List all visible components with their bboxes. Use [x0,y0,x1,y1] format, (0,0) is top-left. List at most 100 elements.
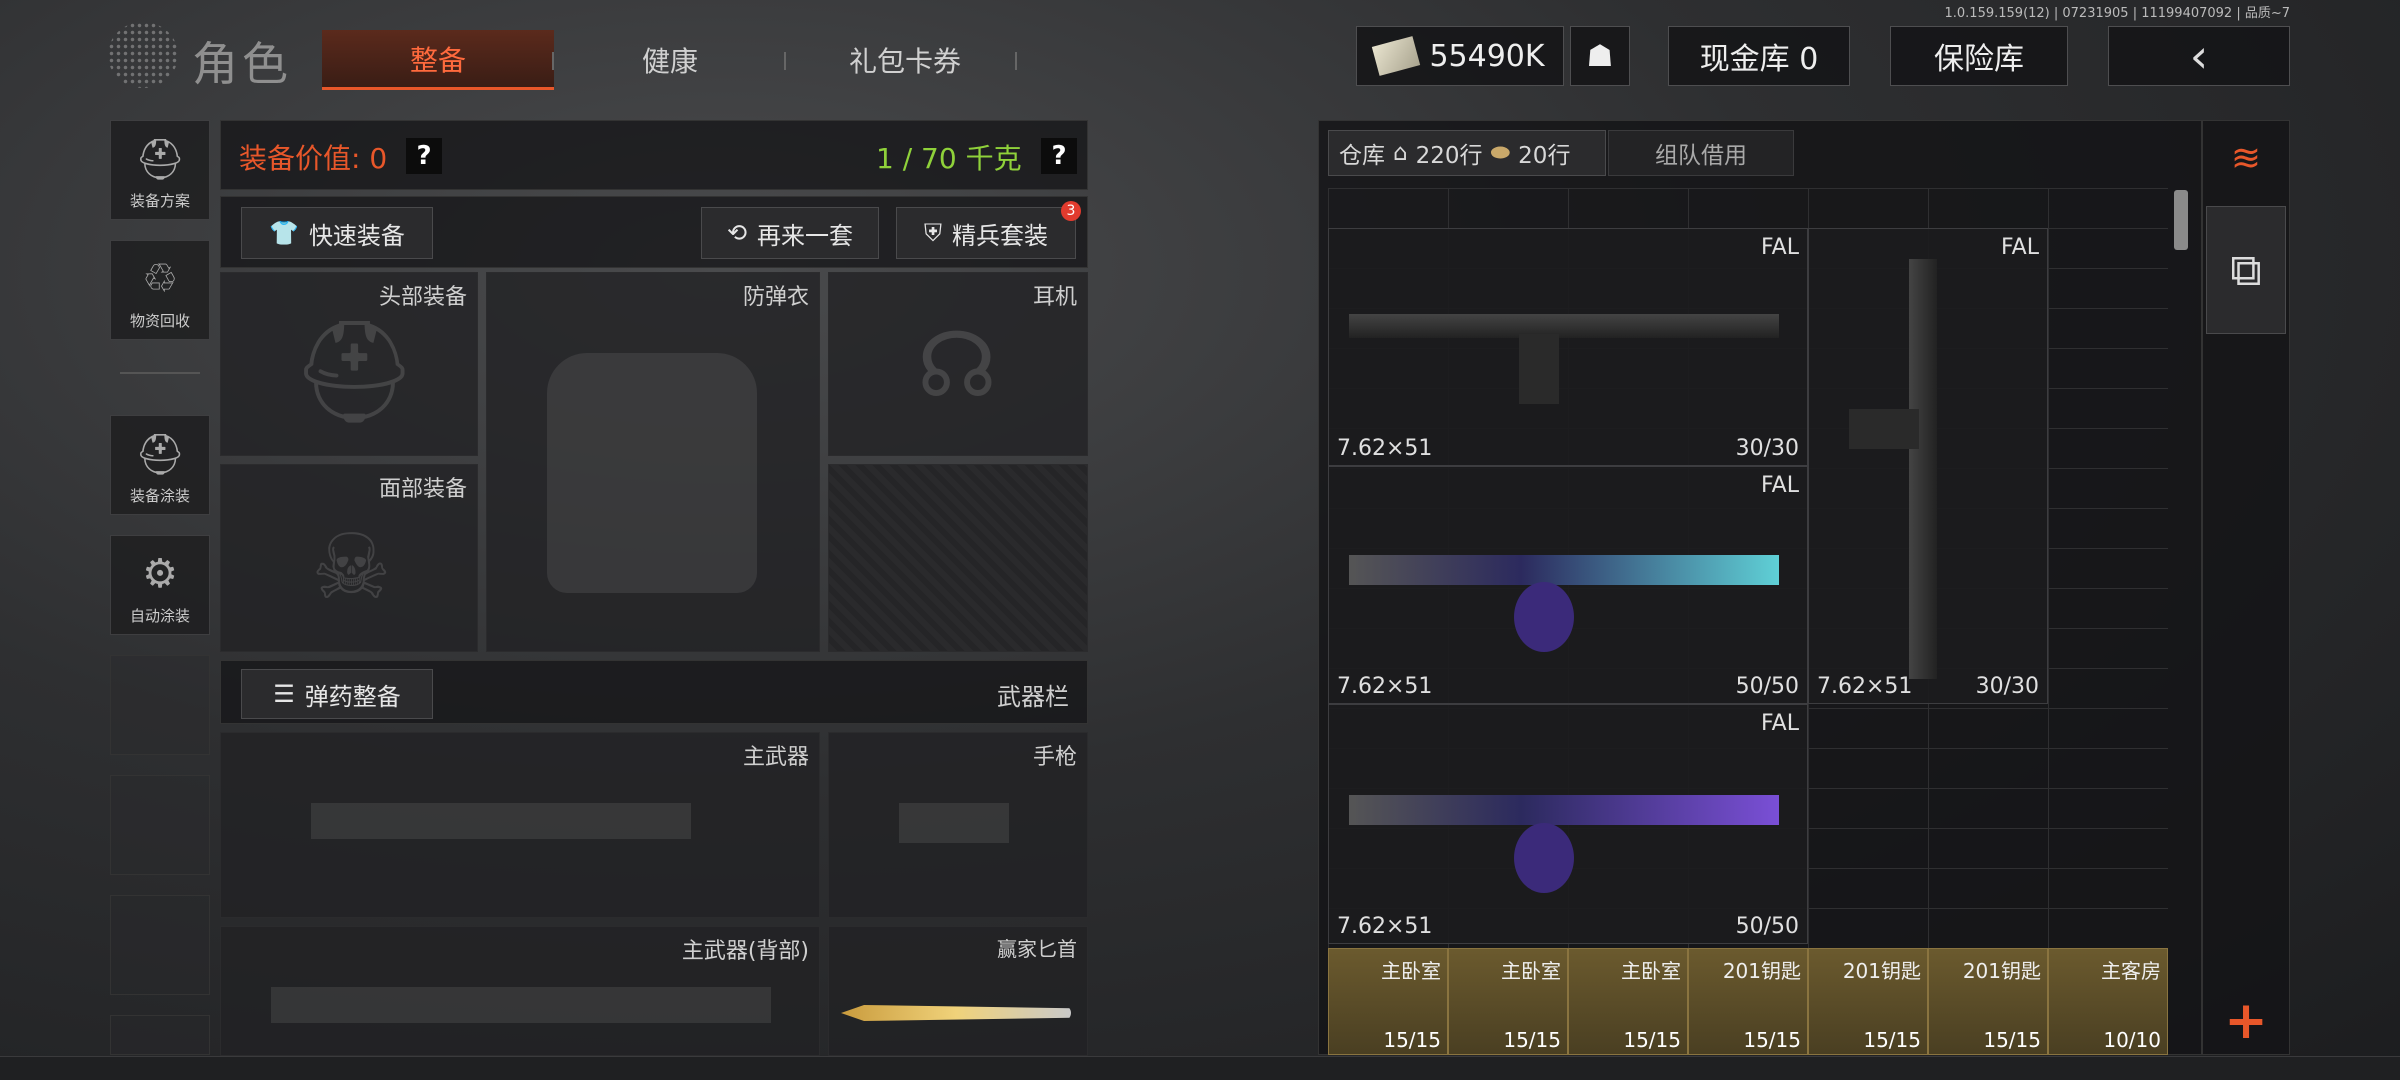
item-count: 30/30 [1735,436,1799,461]
cash-vault-label: 现金库 0 [1699,42,1819,77]
sidebar-item-recycle[interactable]: ♲ 物资回收 [110,240,210,340]
item-name: FAL [1761,473,1799,498]
cash-icon [1372,36,1421,76]
key-item[interactable]: 201钥匙 15/15 [1928,948,2048,1055]
back-button[interactable]: ‹ [2108,26,2290,86]
tab-equip[interactable]: 整备 [322,30,554,90]
slot-label: 主武器(背部) [681,939,809,964]
warehouse-scrollbar[interactable] [2174,190,2188,250]
quick-equip-label: 快速装备 [308,221,405,250]
ammo-bar: ☰ 弹药整备 武器栏 [220,660,1088,724]
key-count: 15/15 [1863,1028,1921,1052]
helmet-icon: ⛑ [134,136,186,183]
key-item[interactable]: 主卧室 15/15 [1328,948,1448,1055]
pistol-slot[interactable]: 手枪 [828,732,1088,918]
cash-vault-button[interactable]: 现金库 0 [1668,26,1850,86]
key-count: 15/15 [1983,1028,2041,1052]
safe-button[interactable]: 保险库 [1890,26,2068,86]
vest-placeholder-icon [547,353,757,593]
drum-magazine-icon [1514,823,1574,893]
sidebar-item-loadout-plan[interactable]: ⛑ 装备方案 [110,120,210,220]
drum-magazine-icon [1514,582,1574,652]
warehouse-item[interactable]: FAL 7.62×51 30/30 [1808,228,2048,704]
version-text: 1.0.159.159(12) | 07231905 | 11199407092… [1944,6,2291,21]
key-name: 201钥匙 [1962,959,2041,983]
warehouse-tab[interactable]: 仓库 ⌂ 220行 ⬬ 20行 [1328,130,1606,176]
tab-divider [552,52,554,70]
role-logo [108,22,178,88]
stack-download-icon[interactable]: ⧉ [2206,206,2286,334]
rifle-skin-icon [1349,795,1779,825]
quick-equip-button[interactable]: 👕 快速装备 [241,207,433,259]
headset-slot[interactable]: 耳机 ☊ [828,272,1088,456]
rifle-skin-icon [1349,555,1779,585]
key-name: 主卧室 [1381,959,1441,983]
knife-slot[interactable]: 赢家匕首 [828,926,1088,1056]
team-borrow-tab[interactable]: 组队借用 [1608,130,1794,176]
rifle-icon [1909,259,1937,679]
key-item[interactable]: 主客房 10/10 [2048,948,2168,1055]
tab-health[interactable]: 健康 [570,30,770,90]
value-help-icon[interactable]: ? [406,138,442,174]
pistol-placeholder-icon [899,803,1009,843]
sidebar-label: 物资回收 [129,312,190,330]
item-caliber: 7.62×51 [1337,436,1433,461]
rows-value: 220行 [1415,143,1483,169]
safe-label: 保险库 [1934,42,2024,77]
key-item[interactable]: 201钥匙 15/15 [1688,948,1808,1055]
home-icon: ⌂ [1393,140,1408,166]
action-bar: 👕 快速装备 ⟲ 再来一套 ⛨ 精兵套装 3 [220,196,1088,268]
key-item[interactable]: 201钥匙 15/15 [1808,948,1928,1055]
rifle-icon [1349,314,1779,338]
elite-kit-button[interactable]: ⛨ 精兵套装 [896,207,1076,259]
key-count: 10/10 [2103,1028,2161,1052]
recycle-icon: ♲ [142,256,178,302]
weapon-bar-label: 武器栏 [997,683,1069,711]
headset-placeholder-icon: ☊ [917,313,997,418]
again-button[interactable]: ⟲ 再来一套 [701,207,879,259]
tag-icon: ⬬ [1490,140,1511,166]
warehouse-item[interactable]: FAL 7.62×51 50/50 [1328,466,1808,704]
primary-back-slot[interactable]: 主武器(背部) [220,926,820,1056]
loadout-value: 装备价值: 0 [239,142,388,175]
empty-sidebar-slot [110,655,210,755]
weight-help-icon[interactable]: ? [1041,138,1077,174]
head-slot[interactable]: 头部装备 ⛑ [220,272,478,456]
item-caliber: 7.62×51 [1337,914,1433,939]
brush-gear-icon: ⚙ [142,551,178,597]
sidebar-item-skin[interactable]: ⛑ 装备涂装 [110,415,210,515]
armor-slot[interactable]: 防弹衣 [486,272,820,652]
tab-gift-coupons[interactable]: 礼包卡券 [800,30,1010,90]
slot-label: 面部装备 [378,477,467,502]
back-arrow-icon: ‹ [2189,29,2209,83]
money-display[interactable]: 55490K [1356,26,1564,86]
key-item[interactable]: 主卧室 15/15 [1448,948,1568,1055]
primary-weapon-slot[interactable]: 主武器 [220,732,820,918]
face-slot[interactable]: 面部装备 ☠ [220,464,478,652]
again-label: 再来一套 [757,221,854,250]
key-name: 201钥匙 [1722,959,1801,983]
sidebar-label: 自动涂装 [129,607,190,625]
tab-divider [784,52,786,70]
item-count: 30/30 [1975,674,2039,699]
empty-sidebar-slot [110,895,210,995]
item-name: FAL [1761,235,1799,260]
warehouse-item[interactable]: FAL 7.62×51 30/30 [1328,228,1808,466]
key-count: 15/15 [1503,1028,1561,1052]
key-item[interactable]: 主卧室 15/15 [1568,948,1688,1055]
sidebar-label: 装备方案 [129,192,190,210]
elite-label: 精兵套装 [952,221,1048,250]
sidebar-item-auto-skin[interactable]: ⚙ 自动涂装 [110,535,210,635]
sort-layers-icon[interactable]: ≋ [2210,128,2282,188]
loadout-value-bar: 装备价值: 0 ? 1 / 70 千克 ? [220,120,1088,190]
rifle-placeholder-icon [311,803,691,839]
key-count: 15/15 [1383,1028,1441,1052]
slot-label: 头部装备 [378,285,467,310]
profile-button[interactable]: ☗ [1570,26,1630,86]
weight-value: 1 / 70 千克 [876,142,1022,175]
warehouse-item[interactable]: FAL 7.62×51 50/50 [1328,704,1808,944]
ammo-button[interactable]: ☰ 弹药整备 [241,669,433,719]
rifle-placeholder-icon [271,987,771,1023]
key-name: 201钥匙 [1842,959,1921,983]
add-icon[interactable]: + [2206,990,2286,1052]
